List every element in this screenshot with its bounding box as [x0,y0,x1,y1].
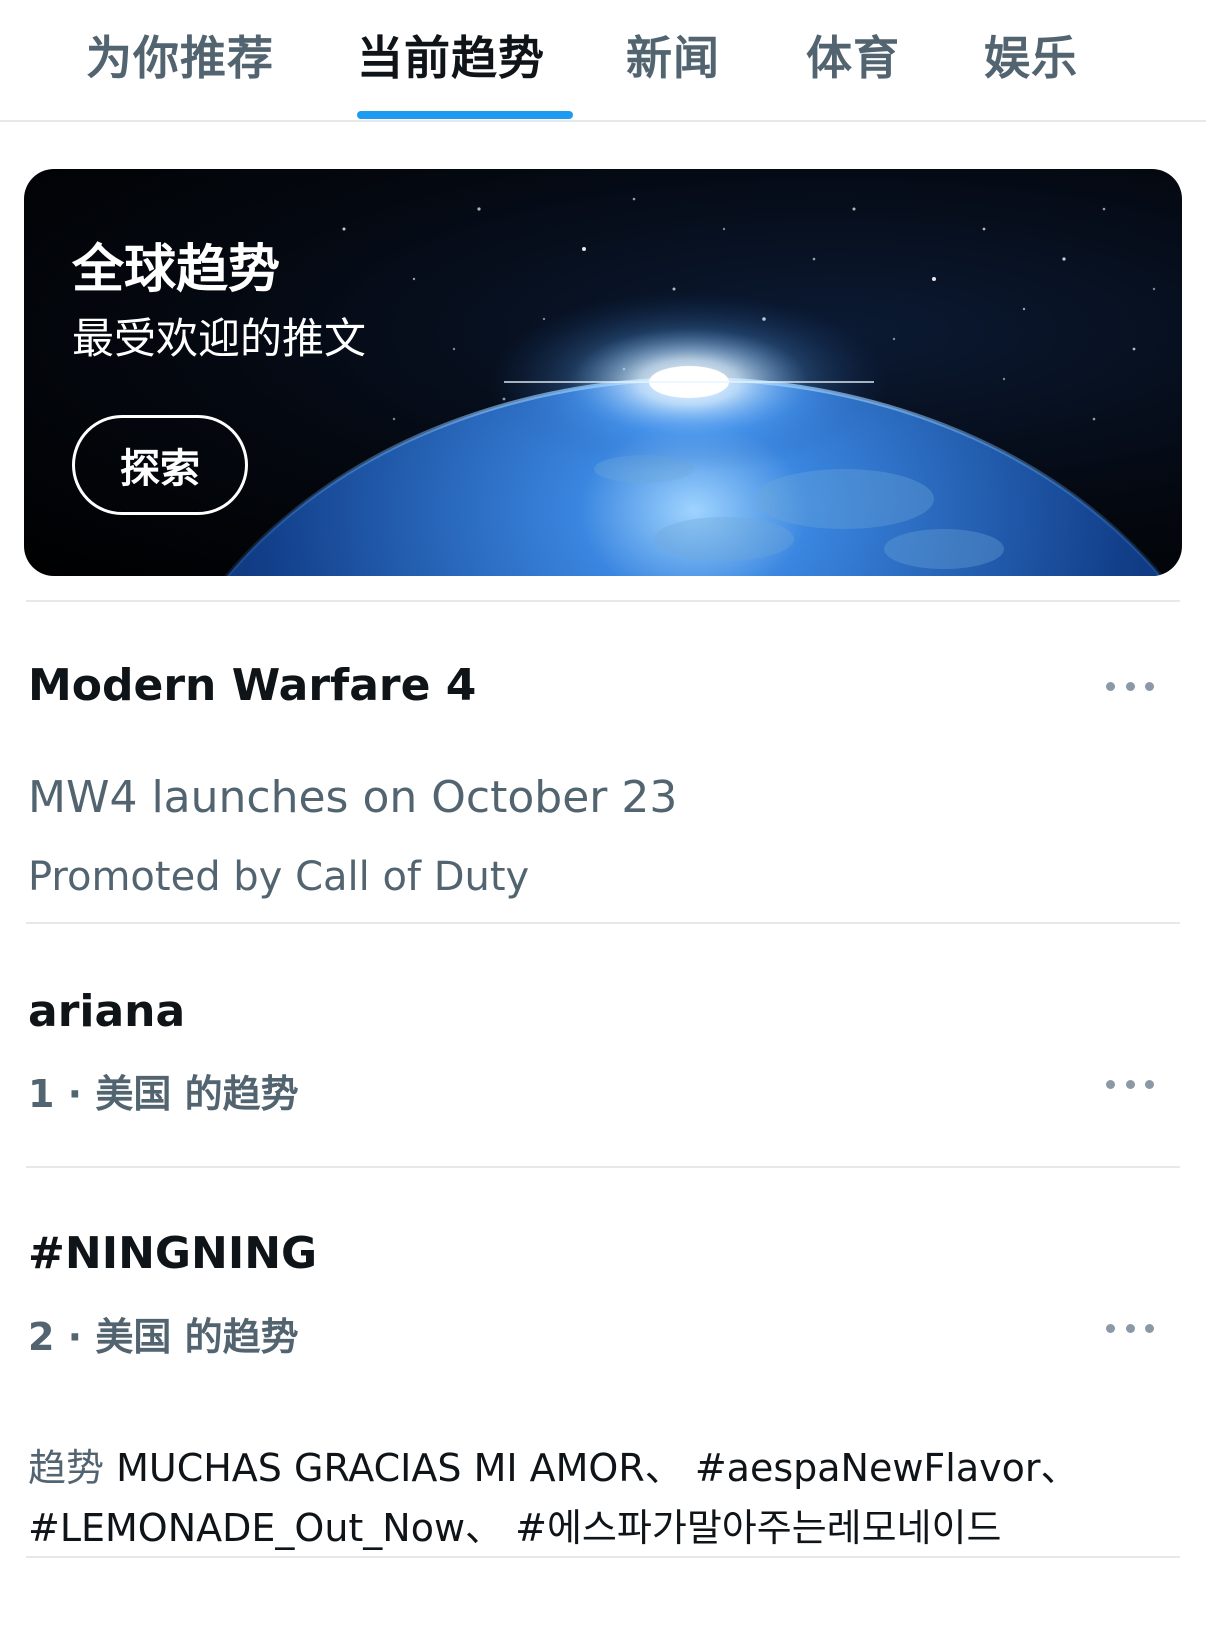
divider [26,922,1180,924]
trend-meta: 1 · 美国 的趋势 [28,1072,299,1116]
more-options-button[interactable] [1100,1308,1160,1348]
top-tab-bar: 为你推荐 当前趋势 新闻 体育 娱乐 [0,0,1206,122]
more-options-button[interactable] [1100,666,1160,706]
active-tab-indicator [357,111,573,119]
trend-meta: 2 · 美国 的趋势 [28,1315,299,1359]
divider [26,1556,1180,1558]
more-dot [1145,1079,1154,1089]
more-dot [1145,681,1154,691]
banner-title: 全球趋势 [72,240,281,300]
tab-news[interactable]: 新闻 [626,22,720,88]
divider [26,600,1180,602]
more-horizontal-icon [1106,681,1115,691]
trend-title: Modern Warfare 4 [28,660,477,711]
more-dot [1125,1323,1135,1333]
trend-title: ariana [28,986,186,1037]
divider [26,1166,1180,1168]
more-horizontal-icon [1106,1323,1115,1333]
tab-trending[interactable]: 当前趋势 [357,22,545,88]
banner-subtitle: 最受欢迎的推文 [72,314,367,363]
tab-for-you[interactable]: 为你推荐 [86,22,274,88]
more-dot [1145,1323,1154,1333]
related-trends-line1[interactable]: MUCHAS GRACIAS MI AMOR、 #aespaNewFlavor、 [104,1446,1078,1490]
global-trends-banner[interactable]: 全球趋势 最受欢迎的推文 探索 [24,169,1182,576]
related-trends: 趋势 MUCHAS GRACIAS MI AMOR、 #aespaNewFlav… [28,1438,1168,1558]
tab-sports[interactable]: 体育 [806,22,900,88]
more-options-button[interactable] [1100,1064,1160,1104]
promoted-description: MW4 launches on October 23 [28,772,678,823]
related-trends-prefix: 趋势 [28,1446,105,1490]
explore-button[interactable]: 探索 [72,415,248,515]
more-dot [1125,681,1135,691]
related-trends-line2[interactable]: #LEMONADE_Out_Now、 #에스파가말아주는레모네이드 [28,1506,1001,1550]
more-dot [1125,1079,1135,1089]
tab-entertainment[interactable]: 娱乐 [984,22,1078,88]
promoted-by-label: Promoted by Call of Duty [28,854,530,900]
more-horizontal-icon [1106,1079,1115,1089]
trend-title: #NINGNING [28,1228,318,1279]
